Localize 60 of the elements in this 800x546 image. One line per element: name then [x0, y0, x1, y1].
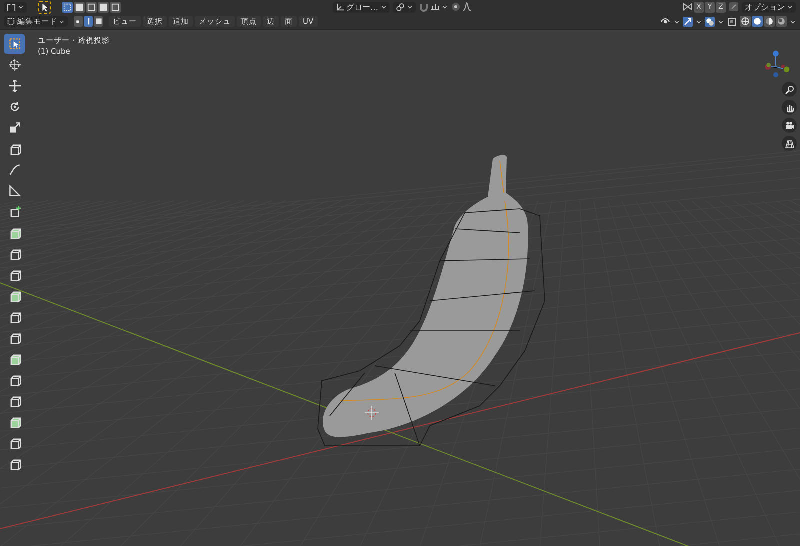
caret-icon [718, 18, 724, 24]
topology-mirror-icon[interactable] [729, 2, 739, 12]
caret-icon [442, 4, 448, 10]
select-mode-button[interactable] [94, 16, 103, 27]
rotate-icon [8, 101, 20, 113]
annotate-icon [8, 164, 20, 176]
move-icon [8, 80, 20, 92]
shading-mode-button[interactable] [776, 16, 787, 27]
caret-icon [674, 18, 680, 24]
select-box-icon [8, 38, 20, 50]
solid-shading-icon [753, 17, 762, 26]
wireframe-shading-icon [741, 17, 750, 26]
cursor-icon [8, 59, 20, 71]
selection-mode-button[interactable] [86, 2, 97, 12]
material-shading-icon [765, 17, 774, 26]
cursor-arrow-icon [40, 2, 49, 12]
xray-toggle-icon[interactable] [727, 16, 737, 26]
ruler-icon [8, 185, 20, 197]
add-cube-icon [8, 206, 20, 218]
zoom-icon [784, 84, 794, 94]
edit-mode-icon [7, 17, 16, 26]
visibility-icon[interactable] [660, 16, 671, 26]
pivot-dropdown[interactable] [392, 2, 416, 12]
tool-button[interactable] [4, 34, 25, 54]
caret-icon [59, 18, 65, 24]
select-mode-button[interactable] [74, 16, 83, 27]
shading-mode-button[interactable] [752, 16, 763, 27]
selection-mode-button[interactable] [62, 2, 73, 12]
shading-mode-button[interactable] [740, 16, 751, 27]
shading-mode-button[interactable] [764, 16, 775, 27]
3d-cursor-icon [364, 406, 380, 420]
tool-dropdown[interactable] [4, 2, 27, 12]
selection-mode-button[interactable] [74, 2, 85, 12]
camera-icon [784, 120, 794, 130]
scale-icon [8, 122, 20, 134]
options-dropdown[interactable]: オプション [742, 2, 796, 12]
selection-mode-button[interactable] [110, 2, 121, 12]
caret-icon [696, 18, 702, 24]
axes-icon [336, 2, 344, 12]
caret-icon [790, 18, 796, 24]
select-tool-button[interactable] [38, 0, 51, 14]
tool-icon [7, 2, 16, 12]
face-select-icon [94, 17, 102, 26]
grid-icon [784, 138, 794, 148]
caret-icon [18, 4, 24, 10]
rendered-shading-icon [777, 17, 786, 26]
butterfly-icon[interactable] [683, 2, 693, 12]
hand-icon [784, 102, 794, 112]
overlay-toggle-icon[interactable] [705, 16, 715, 26]
caret-icon [380, 4, 386, 10]
caret-icon [406, 4, 412, 10]
link-icon [396, 2, 404, 12]
select-mode-button[interactable] [84, 16, 93, 27]
gizmo-toggle-icon[interactable] [683, 16, 693, 26]
transform-orientation-dropdown[interactable]: グロー… [332, 2, 390, 12]
falloff-curve-icon[interactable] [462, 2, 472, 12]
snap-increment-icon[interactable] [430, 2, 440, 12]
caret-icon [787, 4, 793, 10]
proportional-edit-icon[interactable] [450, 2, 460, 12]
selection-mode-button[interactable] [98, 2, 109, 12]
